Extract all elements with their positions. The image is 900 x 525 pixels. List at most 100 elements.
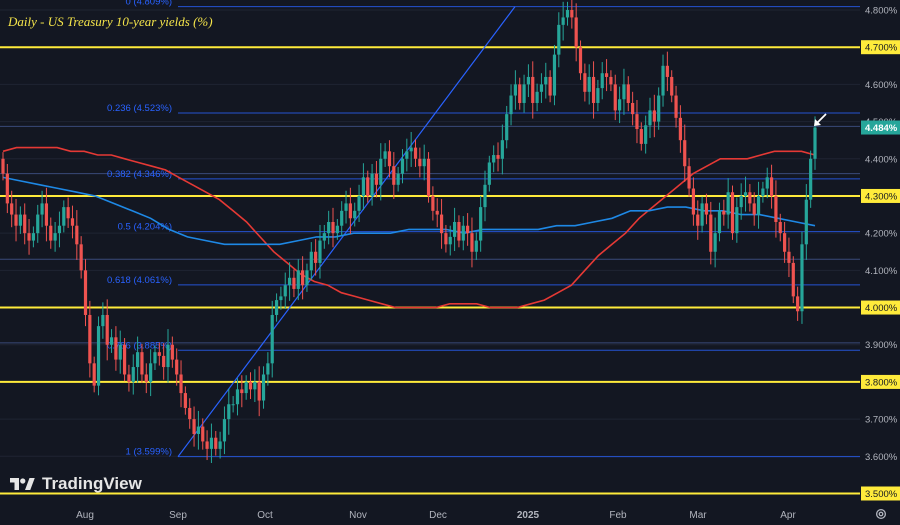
candle-body [730, 192, 735, 234]
candle-body [353, 210, 357, 219]
candle-body [457, 221, 461, 241]
candle-body [631, 102, 635, 115]
fib-label: 1 (3.599%) [126, 447, 172, 458]
candle-body [600, 73, 604, 89]
candle-body [348, 203, 352, 219]
candle-body [292, 277, 296, 289]
candle-body [487, 162, 491, 185]
candle-body [700, 203, 704, 226]
candle-body [261, 374, 266, 401]
candle-body [561, 17, 565, 25]
candle-body [726, 192, 730, 215]
candle-body [40, 203, 44, 215]
candle-body [787, 251, 791, 263]
candle-body [509, 95, 513, 115]
candle-body [170, 344, 174, 360]
candle-body [687, 166, 691, 189]
candle-body [665, 65, 669, 77]
candle-body [49, 225, 53, 241]
candle-body [318, 240, 322, 263]
time-axis[interactable]: Aug Sep Oct Nov Dec 2025 Feb Mar Apr [0, 504, 900, 525]
candle-body [122, 344, 127, 375]
candle-body [266, 363, 270, 375]
time-tick-label: Apr [780, 510, 796, 521]
candle-body [657, 95, 661, 122]
candle-body [570, 10, 574, 18]
price-tick-label: 4.800% [865, 6, 898, 17]
candle-body [327, 221, 331, 234]
candle-body [413, 147, 418, 159]
candle-body [331, 221, 335, 234]
candle-body [813, 127, 817, 159]
candle-body [374, 173, 379, 185]
price-tick-label: 4.300% [865, 191, 898, 202]
candle-body [253, 381, 257, 390]
candle-body [201, 426, 205, 442]
candle-body [405, 151, 409, 159]
candle-body [804, 199, 808, 245]
candle-body [470, 233, 474, 252]
candle-body [222, 419, 227, 442]
candle-body [435, 210, 439, 215]
time-tick-label: Oct [257, 510, 273, 521]
time-tick-label: Mar [689, 510, 707, 521]
fib-label: 0.236 (4.523%) [107, 103, 172, 114]
yield-chart[interactable]: 0 (4.809%) 0.236 (4.523%) 0.382 (4.346%) 0.… [0, 0, 900, 525]
candle-body [526, 76, 531, 85]
price-tick-label: 4.000% [865, 303, 898, 314]
candle-body [578, 47, 583, 74]
candle-body [583, 73, 587, 92]
candle-body [287, 277, 292, 286]
candle-body [670, 76, 674, 96]
candle-body [196, 426, 201, 434]
candle-body [613, 84, 617, 111]
tradingview-brand[interactable]: TradingView [8, 474, 142, 494]
candle-body [422, 158, 426, 167]
gear-icon[interactable] [874, 507, 888, 521]
candle-body [157, 352, 161, 356]
candle-body [235, 389, 240, 405]
candle-body [140, 352, 144, 375]
candle-body [596, 88, 600, 103]
candle-body [522, 84, 526, 103]
time-tick-label: Dec [429, 510, 447, 521]
candle-body [557, 24, 561, 55]
candle-body [5, 173, 9, 204]
candle-body [53, 233, 57, 241]
candle-body [483, 184, 487, 208]
price-axis[interactable]: 4.800%4.700%4.600%4.500%4.400%4.300%4.20… [860, 0, 900, 504]
candle-body [518, 84, 522, 103]
candle-body [717, 210, 722, 234]
candle-body [44, 203, 49, 226]
candle-body [57, 225, 62, 234]
candle-body [83, 270, 88, 315]
candle-body [136, 352, 140, 368]
candle-body [183, 393, 187, 408]
price-tick-label: 3.700% [865, 415, 898, 426]
time-tick-label: 2025 [517, 510, 540, 521]
candle-body [574, 17, 578, 48]
candle-body [153, 352, 157, 364]
candle-body [544, 76, 548, 85]
candle-body [791, 262, 795, 297]
candle-body [101, 314, 105, 327]
candle-body [704, 203, 709, 215]
candle-body [18, 214, 22, 226]
candle-body [479, 207, 483, 241]
candle-body [131, 367, 135, 382]
candle-body [492, 155, 496, 163]
candle-body [591, 76, 596, 103]
candle-body [209, 437, 214, 449]
tradingview-logo-icon [10, 478, 35, 490]
candle-body [305, 270, 309, 286]
candle-body [713, 233, 717, 252]
candle-body [765, 177, 769, 189]
candle-body [678, 117, 682, 141]
candle-body [75, 225, 79, 245]
price-tick-label: 4.200% [865, 229, 898, 240]
candle-body [23, 214, 27, 234]
candle-body [92, 363, 96, 386]
candle-body [466, 225, 470, 234]
candle-body [88, 314, 92, 364]
candle-body [622, 84, 626, 100]
